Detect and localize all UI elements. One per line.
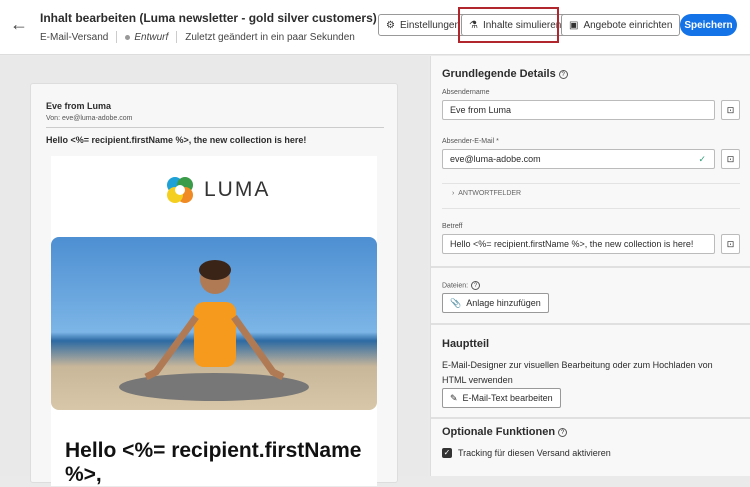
personalize-icon[interactable]: ⊡: [721, 100, 740, 120]
body-heading: Hauptteil: [442, 338, 490, 350]
help-icon[interactable]: ?: [558, 69, 568, 79]
channel-label: E-Mail-Versand: [40, 31, 109, 43]
paperclip-icon: 📎: [450, 297, 462, 308]
yoga-woman-image: [119, 260, 309, 401]
help-icon[interactable]: ?: [558, 427, 568, 437]
header: ← Inhalt bearbeiten (Luma newsletter - g…: [0, 0, 750, 55]
subtitle: E-Mail-Versand Entwurf Zuletzt geändert …: [40, 31, 355, 43]
edit-email-body-button[interactable]: ✎ E-Mail-Text bearbeiten: [442, 388, 561, 408]
optional-features-heading: Optionale Funktionen?: [442, 426, 568, 438]
basic-details-heading: Grundlegende Details?: [442, 68, 568, 80]
personalize-icon[interactable]: ⊡: [721, 234, 740, 254]
divider: [46, 127, 384, 128]
files-label: Dateien:?: [442, 281, 481, 290]
sender-name: Eve from Luma: [46, 101, 112, 111]
email-preview-card: Eve from Luma Von: eve@luma-adobe.com He…: [30, 83, 398, 486]
subject-label: Betreff: [442, 223, 463, 230]
sender-name-input[interactable]: Eve from Luma: [442, 100, 715, 120]
settings-button[interactable]: ⚙ Einstellungen: [378, 14, 469, 36]
body-description: E-Mail-Designer zur visuellen Bearbeitun…: [442, 360, 713, 385]
sender-email-input[interactable]: eve@luma-adobe.com ✓: [442, 149, 715, 169]
back-arrow-icon[interactable]: ←: [10, 14, 28, 35]
highlight-box: [458, 7, 559, 43]
help-icon[interactable]: ?: [471, 281, 481, 290]
personalize-icon[interactable]: ⊡: [721, 149, 740, 169]
email-body: LUMA Hello <%= recipient.firstName %>,: [51, 156, 377, 486]
divider: [431, 417, 750, 419]
sender-email-label: Absender-E-Mail *: [442, 138, 499, 145]
tracking-checkbox[interactable]: ✓: [442, 448, 452, 458]
luma-logo: LUMA: [166, 176, 270, 204]
reply-fields-toggle[interactable]: › ANTWORTFELDER: [452, 190, 521, 197]
save-button[interactable]: Speichern: [680, 14, 737, 36]
luma-logo-icon: [167, 177, 193, 203]
setup-offers-button[interactable]: ▣ Angebote einrichten: [561, 14, 681, 36]
gear-icon: ⚙: [386, 19, 395, 31]
divider: [431, 323, 750, 325]
hero-image: [51, 237, 377, 410]
sender-name-label: Absendername: [442, 89, 490, 96]
properties-panel: Grundlegende Details? Absendername Eve f…: [430, 56, 750, 476]
check-icon: ✓: [698, 154, 706, 164]
subject-input[interactable]: Hello <%= recipient.firstName %>, the ne…: [442, 234, 715, 254]
modified-text: Zuletzt geändert in ein paar Sekunden: [185, 31, 355, 43]
status-badge: Entwurf: [125, 32, 168, 43]
sender-address: Von: eve@luma-adobe.com: [46, 115, 133, 122]
add-attachment-button[interactable]: 📎 Anlage hinzufügen: [442, 293, 549, 313]
tracking-label: Tracking für diesen Versand aktivieren: [458, 448, 611, 458]
email-preview-pane: Eve from Luma Von: eve@luma-adobe.com He…: [0, 56, 428, 486]
email-subject: Hello <%= recipient.firstName %>, the ne…: [46, 135, 307, 145]
email-headline: Hello <%= recipient.firstName %>,: [65, 439, 362, 486]
page-title: Inhalt bearbeiten (Luma newsletter - gol…: [40, 11, 377, 25]
status-dot-icon: [125, 34, 131, 40]
divider: [431, 266, 750, 268]
image-plus-icon: ▣: [569, 19, 579, 31]
pencil-icon: ✎: [450, 392, 458, 403]
